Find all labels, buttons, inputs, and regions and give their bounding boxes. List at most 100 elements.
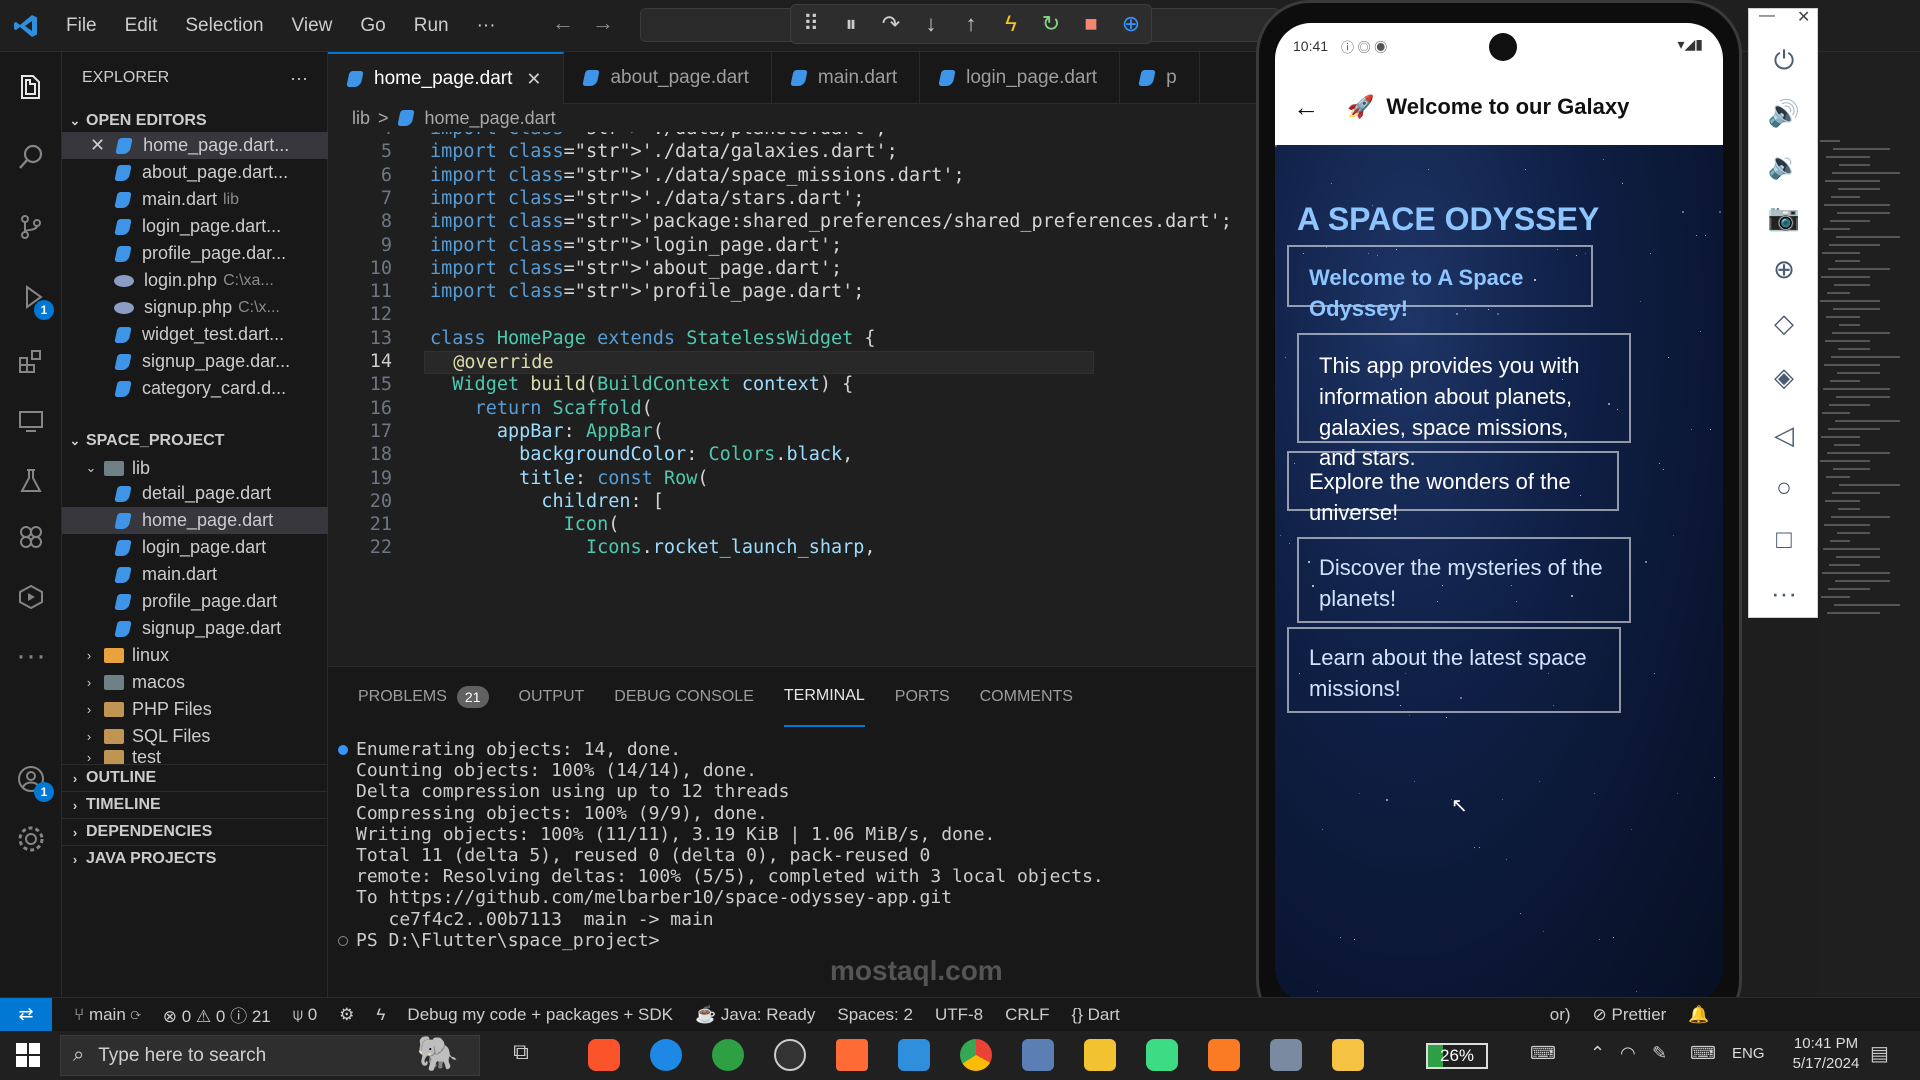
code-editor[interactable]: 4 import class="str">'./data/planets.dart… — [328, 132, 1260, 666]
menu-more[interactable]: ··· — [463, 15, 510, 37]
explorer-more-icon[interactable]: ··· — [290, 68, 308, 89]
office-app-icon[interactable] — [836, 1039, 868, 1071]
code-line[interactable]: Widget build(BuildContext context) { — [430, 374, 853, 395]
file-explorer-icon[interactable] — [1332, 1039, 1364, 1071]
open-editor-item[interactable]: login.php C:\xa... — [62, 267, 328, 294]
stop-icon[interactable]: ■ — [1079, 11, 1103, 37]
restart-icon[interactable]: ↻ — [1039, 11, 1063, 37]
file-tree-item[interactable]: home_page.dart — [62, 507, 328, 534]
minimap[interactable] — [1820, 140, 1920, 640]
file-tree-item[interactable]: detail_page.dart — [62, 480, 328, 507]
back-arrow-icon[interactable]: ← — [1293, 92, 1319, 123]
sidebar-section[interactable]: › TIMELINE — [62, 791, 328, 818]
code-line[interactable]: import class="str">'about_page.dart'; — [430, 258, 842, 279]
home-circle-icon[interactable]: ○ — [1766, 469, 1802, 505]
sidebar-section[interactable]: › DEPENDENCIES — [62, 818, 328, 845]
open-editor-item[interactable]: about_page.dart... — [62, 159, 328, 186]
flash-icon[interactable]: ϟ — [376, 1005, 385, 1025]
open-editor-item[interactable]: login_page.dart... — [62, 213, 328, 240]
editor-tab[interactable]: login_page.dart — [920, 52, 1121, 104]
debug-target-icon[interactable]: ⚙ — [339, 1005, 354, 1025]
folder-lib[interactable]: ⌄ lib — [62, 453, 328, 483]
run-debug-icon[interactable]: 1 — [12, 278, 54, 320]
back-arrow-icon[interactable]: ← — [552, 10, 592, 35]
chevron-up-icon[interactable]: ⌃ — [1590, 1043, 1605, 1064]
rotate-right-icon[interactable]: ◈ — [1766, 359, 1802, 395]
media-player-icon[interactable] — [774, 1039, 806, 1071]
notification-center-icon[interactable]: ▤ — [1870, 1041, 1889, 1066]
code-line[interactable]: children: [ — [430, 491, 664, 512]
menu-run[interactable]: Run — [400, 15, 463, 37]
code-line[interactable]: import class="str">'profile_page.dart'; — [430, 281, 864, 302]
project-section[interactable]: ⌄ SPACE_PROJECT — [62, 426, 328, 456]
close-icon[interactable]: ✕ — [90, 135, 105, 156]
open-editor-item[interactable]: widget_test.dart... — [62, 321, 328, 348]
edge-browser-icon[interactable] — [650, 1039, 682, 1071]
xampp-icon[interactable] — [1208, 1039, 1240, 1071]
source-control-icon[interactable] — [12, 208, 50, 246]
power-icon[interactable]: ⏻ — [1766, 43, 1802, 79]
step-out-icon[interactable]: ↑ — [959, 11, 983, 37]
battery-indicator[interactable]: 26% — [1426, 1043, 1488, 1069]
close-icon[interactable]: ✕ — [1797, 7, 1810, 27]
rotate-left-icon[interactable]: ◇ — [1766, 305, 1802, 341]
menu-selection[interactable]: Selection — [171, 15, 277, 37]
drag-handle-icon[interactable]: ⠿ — [799, 11, 823, 37]
back-triangle-icon[interactable]: ◁ — [1766, 417, 1802, 453]
camera-icon[interactable]: 📷 — [1766, 199, 1802, 235]
folder-tree-item[interactable]: › test — [62, 750, 328, 764]
editor-tab[interactable]: p — [1120, 52, 1200, 104]
code-line[interactable]: import class="str">'./data/galaxies.dart… — [430, 141, 898, 162]
nav-arrows[interactable]: ←→ — [552, 10, 632, 36]
extensions-icon[interactable] — [12, 342, 50, 380]
n-app-icon[interactable] — [712, 1039, 744, 1071]
forward-arrow-icon[interactable]: → — [592, 10, 632, 35]
pen-icon[interactable]: ✎ — [1652, 1043, 1667, 1064]
sidebar-section[interactable]: › OUTLINE — [62, 764, 328, 791]
problems-indicator[interactable]: ⊗ 0 ⚠ 0 ⓘ 21 — [163, 1002, 271, 1027]
code-line[interactable]: Icons.rocket_launch_sharp, — [430, 537, 876, 558]
branch-indicator[interactable]: ⑂ main ⟳ — [74, 1005, 141, 1025]
code-line[interactable]: title: const Row( — [430, 468, 708, 489]
folder-tree-item[interactable]: › PHP Files — [62, 696, 328, 723]
panel-tab[interactable]: OUTPUT — [519, 667, 585, 727]
close-icon[interactable]: ✕ — [526, 69, 541, 90]
indentation[interactable]: Spaces: 2 — [837, 1005, 913, 1025]
pot-player-icon[interactable] — [1084, 1039, 1116, 1071]
editor-tab[interactable]: main.dart — [772, 52, 921, 104]
more-views-icon[interactable]: ··· — [12, 637, 50, 675]
panel-tab[interactable]: COMMENTS — [980, 667, 1073, 727]
brave-browser-icon[interactable] — [588, 1039, 620, 1071]
keyboard-layout-icon[interactable]: ⌨ — [1530, 1043, 1556, 1064]
open-editor-item[interactable]: main.dart lib — [62, 186, 328, 213]
prettier-status[interactable]: ⊘ Prettier — [1593, 1005, 1667, 1025]
windows-start-icon[interactable] — [16, 1043, 40, 1072]
folder-tree-item[interactable]: › linux — [62, 642, 328, 669]
search-icon[interactable] — [12, 138, 50, 176]
step-into-icon[interactable]: ↓ — [919, 11, 943, 37]
breadcrumb-folder[interactable]: lib — [352, 108, 370, 129]
code-line[interactable]: import class="str">'login_page.dart'; — [430, 235, 842, 256]
open-editor-item[interactable]: ✕ home_page.dart... — [62, 132, 328, 159]
code-line[interactable]: import class="str">'./data/stars.dart'; — [430, 188, 864, 209]
open-editor-item[interactable]: signup_page.dar... — [62, 348, 328, 375]
debug-mode[interactable]: Debug my code + packages + SDK — [407, 1005, 673, 1025]
file-tree-item[interactable]: login_page.dart — [62, 534, 328, 561]
settings-gear-icon[interactable] — [12, 820, 50, 858]
accounts-icon[interactable]: 1 — [12, 760, 54, 802]
folder-tree-item[interactable]: › SQL Files — [62, 723, 328, 750]
menu-view[interactable]: View — [278, 15, 347, 37]
deploy-icon[interactable] — [12, 578, 50, 616]
task-view-icon[interactable]: ⧉ — [505, 1039, 537, 1071]
language-indicator[interactable]: ENG — [1732, 1045, 1765, 1062]
encoding[interactable]: UTF-8 — [935, 1005, 983, 1025]
folder-tree-item[interactable]: › macos — [62, 669, 328, 696]
menu-go[interactable]: Go — [346, 15, 399, 37]
ports-indicator[interactable]: ⍦ 0 — [293, 1005, 317, 1025]
chrome-icon[interactable] — [960, 1039, 992, 1071]
open-editor-item[interactable]: profile_page.dar... — [62, 240, 328, 267]
flutter-icon[interactable] — [12, 518, 50, 556]
file-app-icon[interactable] — [1270, 1039, 1302, 1071]
panel-tab[interactable]: PROBLEMS 21 — [358, 667, 489, 727]
clock-time[interactable]: 10:41 PM — [1786, 1035, 1866, 1052]
